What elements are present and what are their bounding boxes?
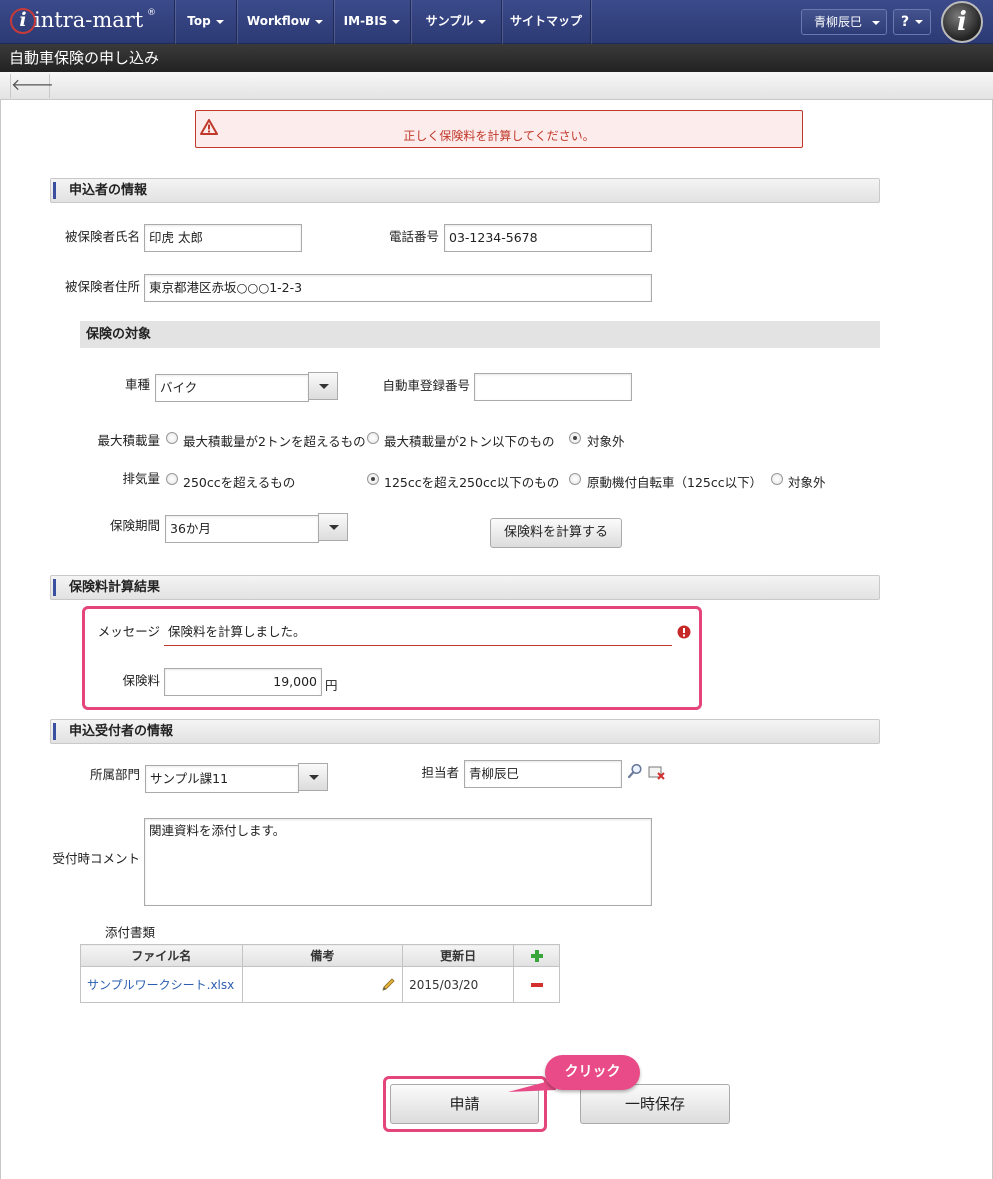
minus-icon [530,982,543,987]
person-in-charge-input[interactable]: 青柳辰巳 [464,760,622,788]
displacement-radio-2[interactable] [367,473,379,485]
insurance-period-label: 保険期間 [109,518,160,533]
comment-textarea[interactable]: 関連資料を添付します。 [144,818,652,906]
table-row: サンプルワークシート.xlsx 2015/03/20 [80,966,560,1003]
search-icon[interactable] [627,763,643,779]
chevron-down-icon [872,20,881,25]
remove-row-button[interactable] [513,966,560,1003]
insured-name-input[interactable]: 印虎 太郎 [144,224,302,252]
back-button[interactable]: 🡐 [10,74,54,98]
logo-text: intra-mart [34,8,144,32]
arrow-left-icon: 🡐 [11,75,54,94]
section-applicant: 申込者の情報 [50,178,880,203]
nav-top[interactable]: Top [175,0,236,44]
insured-address-label: 被保険者住所 [64,279,140,294]
phone-label: 電話番号 [388,229,439,244]
nav-im-bis[interactable]: IM-BIS [334,0,410,44]
chevron-down-icon [315,19,324,24]
message-field[interactable]: 保険料を計算しました。 [164,619,672,646]
attachments-label: 添付書類 [104,925,155,940]
person-in-charge-label: 担当者 [421,765,459,780]
max-load-radio-1[interactable] [166,432,178,444]
chevron-down-icon [478,19,487,24]
department-label: 所属部門 [89,767,140,782]
max-load-radio-2[interactable] [367,432,379,444]
max-load-radio-3[interactable] [569,432,581,444]
displacement-radio-4[interactable] [771,473,783,485]
column-header-updated: 更新日 [402,944,515,967]
page-title: 自動車保険の申し込み [0,44,993,72]
max-load-option-3: 対象外 [587,434,625,449]
section-receiver: 申込受付者の情報 [50,719,880,744]
plus-icon [530,949,543,962]
chevron-down-icon [915,20,924,24]
clear-icon[interactable] [648,765,666,781]
chevron-down-icon [215,19,224,24]
premium-label: 保険料 [122,673,160,688]
max-load-option-1: 最大積載量が2トンを超えるもの [183,434,366,449]
insured-address-input[interactable]: 東京都港区赤坂○○○1-2-3 [144,274,652,302]
nav-sample[interactable]: サンプル [411,0,501,44]
registration-number-label: 自動車登録番号 [382,378,470,393]
error-circle-icon [677,625,691,639]
nav-sitemap[interactable]: サイトマップ [502,0,590,44]
toolbar [0,72,993,100]
insurance-period-select[interactable]: 36か月 [165,515,319,543]
displacement-option-1: 250ccを超えるもの [183,475,296,490]
department-select[interactable]: サンプル課11 [145,765,299,793]
message-label: メッセージ [97,624,160,639]
premium-unit: 円 [325,678,338,693]
attachments-table: ファイル名 備考 更新日 サンプルワークシート.xlsx 2015/03/20 [80,944,560,1003]
help-menu[interactable]: ? [893,9,931,35]
insurance-period-dropdown-button[interactable] [318,513,348,541]
vehicle-type-label: 車種 [124,377,150,392]
section-insurance-target: 保険の対象 [80,321,880,348]
calculate-premium-button[interactable]: 保険料を計算する [490,518,622,548]
max-load-option-2: 最大積載量が2トン以下のもの [384,434,555,449]
premium-input[interactable]: 19,000 [164,668,322,696]
attachment-date-cell: 2015/03/20 [402,966,515,1003]
registration-number-input[interactable] [474,373,632,401]
attachment-file-link[interactable]: サンプルワークシート.xlsx [80,966,243,1003]
table-header-row: ファイル名 備考 更新日 [80,944,560,967]
displacement-radio-1[interactable] [166,473,178,485]
displacement-label: 排気量 [122,471,160,486]
add-row-button[interactable] [513,944,560,967]
vehicle-type-select[interactable]: バイク [155,374,309,402]
error-message: 正しく保険料を計算してください。 [403,129,595,143]
nav-workflow[interactable]: Workflow [237,0,333,44]
vehicle-type-dropdown-button[interactable] [308,372,338,400]
comment-label: 受付時コメント [52,851,140,866]
save-draft-button[interactable]: 一時保存 [580,1084,730,1124]
nav-separator [590,0,591,44]
frame-border [0,100,1,1179]
displacement-option-3: 原動機付自転車（125cc以下） [587,475,763,490]
department-dropdown-button[interactable] [298,763,328,791]
displacement-option-2: 125ccを超え250cc以下のもの [384,475,560,490]
chevron-down-icon [392,19,401,24]
attachment-note-cell[interactable] [241,966,404,1003]
info-i-icon[interactable]: i [941,1,983,43]
click-callout: クリック [545,1055,640,1090]
logo-i-icon: i [10,8,36,34]
pencil-icon[interactable] [380,977,396,993]
intra-mart-logo[interactable]: i intra-mart ® [10,6,170,38]
user-menu[interactable]: 青柳辰巳 [801,9,887,35]
column-header-note: 備考 [241,944,404,967]
section-premium-result: 保険料計算結果 [50,575,880,600]
insured-name-label: 被保険者氏名 [64,229,140,244]
displacement-option-4: 対象外 [788,475,826,490]
displacement-radio-3[interactable] [569,473,581,485]
column-header-filename: ファイル名 [80,944,243,967]
max-load-label: 最大積載量 [97,433,160,448]
registered-mark-icon: ® [147,8,156,18]
phone-input[interactable]: 03-1234-5678 [444,224,652,252]
